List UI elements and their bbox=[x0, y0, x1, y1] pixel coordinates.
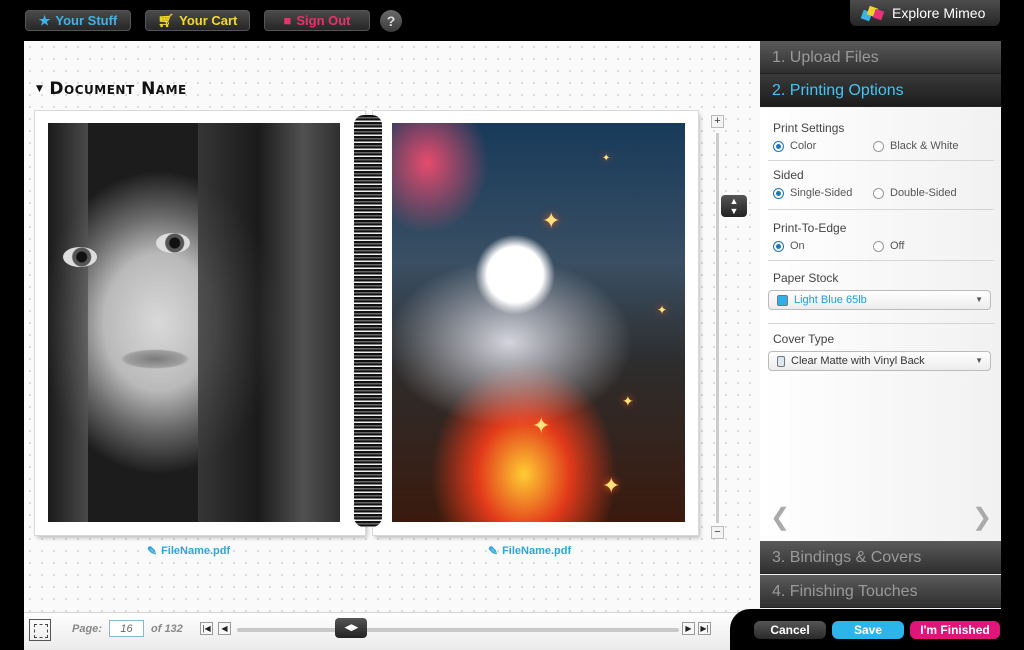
single-sided-label: Single-Sided bbox=[790, 187, 853, 199]
left-page bbox=[35, 111, 365, 535]
page-label: Page: bbox=[72, 623, 102, 635]
lock-icon: ■ bbox=[283, 13, 292, 28]
sided-title: Sided bbox=[773, 168, 804, 182]
sign-out-button[interactable]: ■ Sign Out bbox=[264, 10, 370, 31]
mimeo-logo-icon bbox=[860, 5, 885, 22]
print-settings-group: Print Settings Color Black & White bbox=[768, 121, 994, 161]
your-cart-button[interactable]: 🛒︎ Your Cart bbox=[145, 10, 250, 31]
cover-icon bbox=[777, 355, 785, 367]
page-navigator: Page: of 132 |◀ ◀ ◀▶ ▶ ▶| bbox=[24, 612, 760, 650]
save-button[interactable]: Save bbox=[832, 621, 904, 639]
left-file-name: FileName.pdf bbox=[161, 545, 231, 557]
chevron-left-icon[interactable]: ❮ bbox=[770, 503, 790, 532]
right-page: ✦ ✦ ✦ ✦ ✦ ✦ bbox=[373, 111, 698, 535]
cover-type-select[interactable]: Clear Matte with Vinyl Back ▼ bbox=[768, 351, 991, 371]
chevron-down-icon: ▼ bbox=[975, 295, 983, 304]
star-icon: ★ bbox=[38, 13, 51, 28]
cover-type-value: Clear Matte with Vinyl Back bbox=[791, 355, 925, 367]
document-name: Document Name bbox=[49, 79, 187, 99]
finished-button[interactable]: I'm Finished bbox=[910, 621, 1000, 639]
last-page-button[interactable]: ▶| bbox=[698, 622, 711, 635]
top-bar: ★ Your Stuff 🛒︎ Your Cart ■ Sign Out ? E… bbox=[0, 0, 1024, 41]
zoom-slider-handle[interactable]: ▲ ▼ bbox=[721, 195, 747, 217]
cover-type-title: Cover Type bbox=[773, 332, 835, 346]
pencil-icon: ✎ bbox=[147, 544, 158, 558]
prev-page-button[interactable]: ◀ bbox=[218, 622, 231, 635]
explore-mimeo-button[interactable]: Explore Mimeo bbox=[850, 0, 1000, 26]
right-file-name: FileName.pdf bbox=[502, 545, 572, 557]
explore-mimeo-label: Explore Mimeo bbox=[892, 5, 986, 21]
paper-stock-title: Paper Stock bbox=[773, 271, 839, 285]
step-printing-options[interactable]: 2. Printing Options bbox=[760, 74, 1001, 107]
options-panel: 1. Upload Files 2. Printing Options Prin… bbox=[760, 41, 1001, 609]
help-button[interactable]: ? bbox=[380, 10, 402, 32]
your-cart-label: Your Cart bbox=[179, 13, 238, 28]
step-bindings-covers[interactable]: 3. Bindings & Covers bbox=[760, 541, 1001, 574]
next-page-button[interactable]: ▶ bbox=[682, 622, 695, 635]
pencil-icon: ✎ bbox=[488, 544, 499, 558]
step-finishing-touches[interactable]: 4. Finishing Touches bbox=[760, 575, 1001, 608]
print-settings-title: Print Settings bbox=[773, 121, 845, 135]
page-slider-track[interactable]: ◀▶ bbox=[237, 618, 679, 638]
sided-group: Sided Single-Sided Double-Sided bbox=[768, 168, 994, 210]
zoom-in-button[interactable]: + bbox=[711, 115, 724, 128]
edge-off-radio[interactable]: Off bbox=[873, 240, 973, 252]
edge-on-radio[interactable]: On bbox=[773, 240, 873, 252]
your-stuff-button[interactable]: ★ Your Stuff bbox=[25, 10, 131, 31]
caret-down-icon[interactable]: ▼ bbox=[36, 84, 43, 94]
page-total: of 132 bbox=[151, 623, 183, 635]
double-sided-radio[interactable]: Double-Sided bbox=[873, 187, 973, 199]
color-label: Color bbox=[790, 140, 817, 152]
paper-color-swatch bbox=[777, 294, 788, 306]
portrait-photo bbox=[48, 123, 340, 522]
first-page-button[interactable]: |◀ bbox=[200, 622, 213, 635]
color-radio[interactable]: Color bbox=[773, 140, 873, 152]
right-file-link[interactable]: ✎ FileName.pdf bbox=[488, 544, 571, 558]
spiral-binding bbox=[354, 115, 382, 527]
single-sided-radio[interactable]: Single-Sided bbox=[773, 187, 873, 199]
printing-options-body: Print Settings Color Black & White Sided… bbox=[760, 108, 1001, 541]
black-white-label: Black & White bbox=[890, 140, 959, 152]
left-file-link[interactable]: ✎ FileName.pdf bbox=[147, 544, 230, 558]
zoom-slider-track[interactable] bbox=[716, 133, 719, 523]
chevron-right-icon[interactable]: ❯ bbox=[972, 503, 992, 532]
sign-out-label: Sign Out bbox=[296, 13, 351, 28]
cancel-button[interactable]: Cancel bbox=[754, 621, 826, 639]
space-art-photo: ✦ ✦ ✦ ✦ ✦ ✦ bbox=[392, 123, 685, 522]
page-number-input[interactable] bbox=[109, 620, 144, 637]
edge-on-label: On bbox=[790, 240, 805, 252]
paper-stock-select[interactable]: Light Blue 65lb ▼ bbox=[768, 290, 991, 310]
document-preview: ▼ Document Name ✦ ✦ ✦ ✦ ✦ ✦ ✎ FileName.p… bbox=[24, 41, 760, 612]
fit-to-screen-icon[interactable] bbox=[29, 619, 51, 641]
zoom-out-button[interactable]: − bbox=[711, 526, 724, 539]
black-white-radio[interactable]: Black & White bbox=[873, 140, 973, 152]
action-bar: Cancel Save I'm Finished bbox=[730, 609, 1024, 650]
chevron-down-icon: ▼ bbox=[975, 356, 983, 365]
your-stuff-label: Your Stuff bbox=[55, 13, 118, 28]
edge-off-label: Off bbox=[890, 240, 905, 252]
step-upload-files[interactable]: 1. Upload Files bbox=[760, 41, 1001, 74]
page-slider-handle[interactable]: ◀▶ bbox=[335, 618, 368, 638]
print-to-edge-group: Print-To-Edge On Off bbox=[768, 221, 994, 261]
print-to-edge-title: Print-To-Edge bbox=[773, 221, 847, 235]
document-title[interactable]: ▼ Document Name bbox=[36, 79, 187, 99]
cart-icon: 🛒︎ bbox=[157, 13, 175, 28]
double-sided-label: Double-Sided bbox=[890, 187, 957, 199]
paper-stock-value: Light Blue 65lb bbox=[794, 294, 867, 306]
